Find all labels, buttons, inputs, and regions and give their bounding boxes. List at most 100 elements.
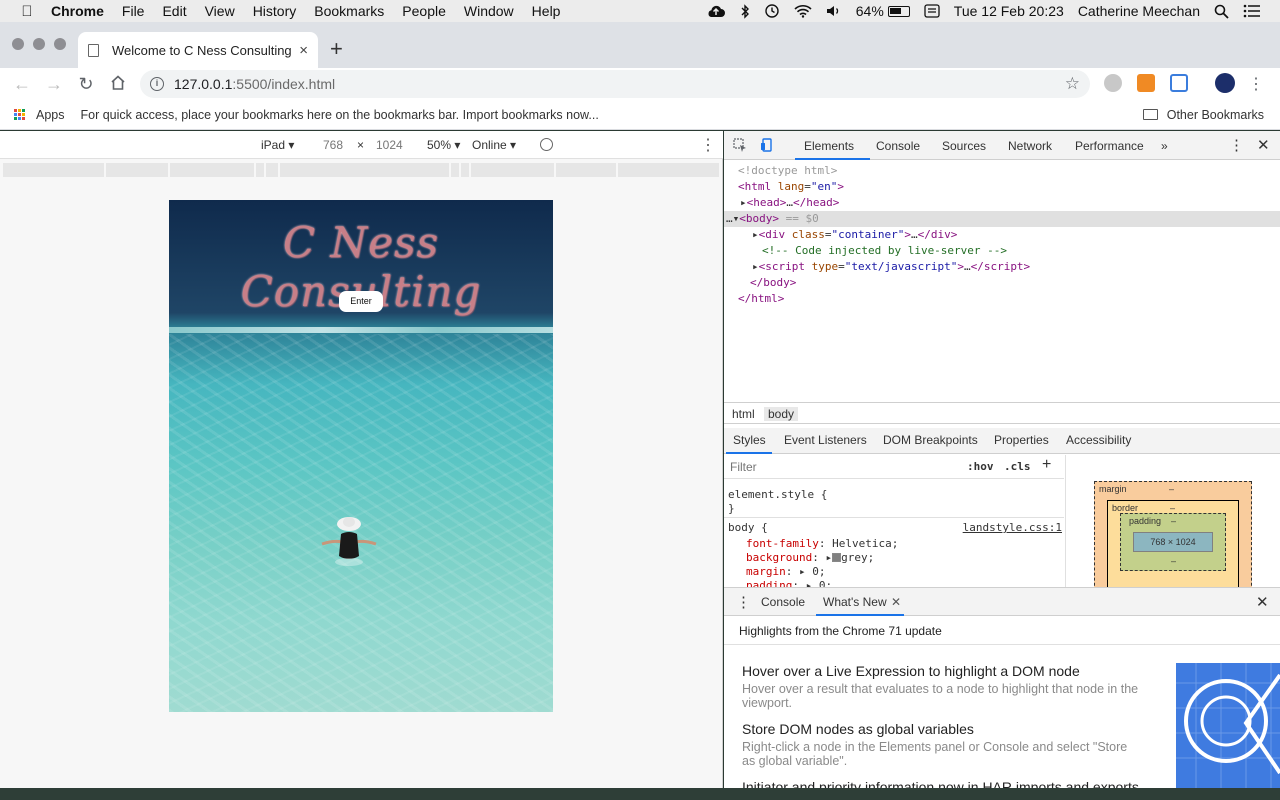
notification-center-icon[interactable] (1236, 4, 1268, 18)
back-icon[interactable]: ← (6, 74, 38, 95)
close-devtools-icon[interactable]: ✕ (1257, 136, 1270, 154)
address-bar[interactable]: i 127.0.0.1 :5500/index.html ☆ (140, 70, 1090, 98)
tab-performance[interactable]: Performance (1075, 139, 1144, 153)
dom-tree[interactable]: <!doctype html> <html lang="en"> ▸<head>… (724, 163, 1280, 401)
inspect-element-icon[interactable] (733, 138, 747, 152)
tab-elements[interactable]: Elements (804, 139, 854, 153)
tab-sources[interactable]: Sources (942, 139, 986, 153)
crumb-html[interactable]: html (732, 407, 755, 421)
dom-div-container[interactable]: ▸<div class="container">…</div> (724, 227, 1280, 243)
menu-view[interactable]: View (196, 3, 244, 19)
time-machine-icon[interactable] (757, 3, 787, 19)
menu-history[interactable]: History (244, 3, 306, 19)
new-rule-icon[interactable]: + (1042, 456, 1051, 474)
color-swatch[interactable] (832, 553, 842, 562)
enter-button[interactable]: Enter (339, 291, 383, 312)
menu-window[interactable]: Window (455, 3, 523, 19)
bookmark-star-icon[interactable]: ☆ (1065, 74, 1080, 94)
site-info-icon[interactable]: i (150, 77, 164, 91)
clock[interactable]: Tue 12 Feb 20:23 (947, 3, 1071, 19)
new-tab-button[interactable]: + (330, 36, 343, 62)
browser-tab[interactable]: Welcome to C Ness Consulting × (78, 32, 318, 68)
drive-extension-icon[interactable] (1104, 74, 1122, 92)
user-name[interactable]: Catherine Meechan (1071, 3, 1207, 19)
tab-accessibility[interactable]: Accessibility (1066, 433, 1131, 447)
dom-body-selected[interactable]: …▾<body> == $0 (724, 211, 1280, 227)
tab-network[interactable]: Network (1008, 139, 1052, 153)
zoom-select[interactable]: 50% ▾ (427, 138, 460, 152)
zoom-window-button[interactable] (54, 38, 66, 50)
device-select[interactable]: iPad ▾ (261, 138, 294, 152)
menu-file[interactable]: File (113, 3, 154, 19)
stylesheet-link[interactable]: landstyle.css:1 (963, 521, 1062, 535)
styles-filter-input[interactable] (726, 458, 954, 476)
rotate-icon[interactable] (540, 138, 553, 151)
cls-toggle[interactable]: .cls (1004, 460, 1031, 473)
box-model-margin[interactable]: margin – border – padding – 768 × 1024 – (1094, 481, 1252, 587)
close-drawer-icon[interactable]: ✕ (1256, 593, 1269, 611)
hov-toggle[interactable]: :hov (967, 460, 994, 473)
profile-avatar[interactable] (1215, 73, 1235, 93)
drawer-menu-icon[interactable]: ⋮ (736, 593, 751, 611)
screen-extension-icon[interactable] (1170, 74, 1188, 92)
home-icon[interactable] (102, 74, 134, 95)
battery-status[interactable]: 64% (849, 3, 917, 19)
other-bookmarks[interactable]: Other Bookmarks (1142, 108, 1264, 122)
throttle-select[interactable]: Online ▾ (472, 138, 516, 152)
box-model-padding[interactable]: padding – 768 × 1024 – (1120, 513, 1226, 571)
dom-doctype[interactable]: <!doctype html> (724, 163, 1280, 179)
close-window-button[interactable] (12, 38, 24, 50)
media-query-bar[interactable] (3, 163, 719, 177)
whats-new-item-title[interactable]: Store DOM nodes as global variables (742, 721, 974, 737)
tab-dom-breakpoints[interactable]: DOM Breakpoints (883, 433, 978, 447)
wifi-icon[interactable] (787, 4, 819, 18)
close-whats-new-icon[interactable]: ✕ (891, 595, 901, 609)
tab-event-listeners[interactable]: Event Listeners (784, 433, 867, 447)
menu-edit[interactable]: Edit (153, 3, 195, 19)
dom-html[interactable]: <html lang="en"> (724, 179, 1280, 195)
dom-body-close[interactable]: </body> (724, 275, 1280, 291)
device-options-icon[interactable]: ⋮ (700, 135, 716, 155)
bluetooth-icon[interactable] (733, 3, 757, 19)
menu-chrome[interactable]: Chrome (42, 3, 113, 19)
volume-icon[interactable] (819, 4, 849, 18)
box-model-content[interactable]: 768 × 1024 (1133, 532, 1213, 552)
tab-styles[interactable]: Styles (733, 433, 766, 447)
menu-help[interactable]: Help (523, 3, 570, 19)
dom-head[interactable]: ▸<head>…</head> (724, 195, 1280, 211)
style-prop-background[interactable]: background: ▸ grey; (746, 551, 874, 565)
device-width-input[interactable]: 768 (323, 138, 343, 152)
box-model-border[interactable]: border – padding – 768 × 1024 – (1107, 500, 1239, 587)
menu-bookmarks[interactable]: Bookmarks (305, 3, 393, 19)
tab-console[interactable]: Console (876, 139, 920, 153)
spotlight-search-icon[interactable] (1207, 4, 1236, 19)
device-toolbar-icon[interactable] (760, 138, 774, 152)
reload-icon[interactable]: ↻ (70, 74, 102, 95)
dom-html-close[interactable]: </html> (724, 291, 1280, 307)
minimize-window-button[interactable] (33, 38, 45, 50)
cloud-upload-icon[interactable] (699, 4, 733, 18)
whats-new-thumbnail[interactable] (1176, 663, 1280, 789)
apple-menu-icon[interactable]:  (12, 3, 42, 20)
tab-properties[interactable]: Properties (994, 433, 1049, 447)
element-style-rule[interactable]: element.style { (728, 488, 827, 502)
crumb-body[interactable]: body (764, 407, 799, 421)
bookmarks-hint[interactable]: For quick access, place your bookmarks h… (81, 108, 599, 122)
drawer-tab-whats-new[interactable]: What's New (823, 595, 887, 609)
forward-icon[interactable]: → (38, 74, 70, 95)
menu-people[interactable]: People (393, 3, 455, 19)
dom-script[interactable]: ▸<script type="text/javascript">…</scrip… (724, 259, 1280, 275)
whats-new-item-title[interactable]: Hover over a Live Expression to highligh… (742, 663, 1080, 679)
chrome-menu-icon[interactable]: ⋮ (1248, 74, 1264, 94)
dom-comment[interactable]: <!-- Code injected by live-server --> (724, 243, 1280, 259)
keyboard-flag-icon[interactable] (917, 4, 947, 18)
style-prop-font-family[interactable]: font-family: Helvetica; (746, 537, 898, 551)
devtools-menu-icon[interactable]: ⋮ (1229, 136, 1244, 154)
apps-link[interactable]: Apps (36, 108, 65, 122)
more-tabs-icon[interactable]: » (1161, 139, 1168, 153)
close-tab-icon[interactable]: × (299, 42, 308, 59)
analytics-extension-icon[interactable] (1137, 74, 1155, 92)
device-height-input[interactable]: 1024 (376, 138, 403, 152)
style-prop-margin[interactable]: margin: ▸ 0; (746, 565, 826, 579)
body-rule-selector[interactable]: body { (728, 521, 768, 535)
